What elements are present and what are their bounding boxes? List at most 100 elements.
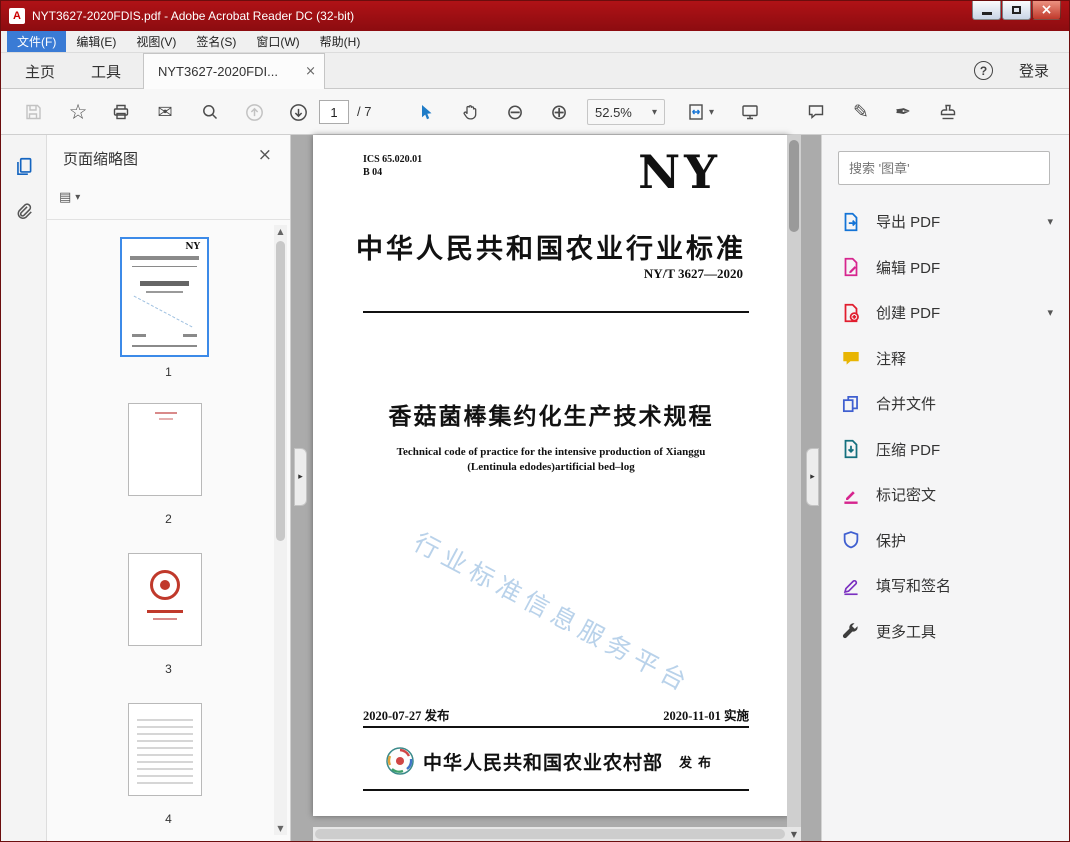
document-canvas: ICS 65.020.01 B 04 NY 中华人民共和国农业行业标准 NY/T… — [291, 135, 821, 841]
tab-document-label: NYT3627-2020FDI... — [158, 64, 278, 79]
panel-close-icon[interactable]: × — [258, 145, 272, 165]
print-button[interactable] — [104, 94, 138, 130]
dates-row: 2020-07-27 发布 2020-11-01 实施 — [363, 705, 749, 724]
chevron-down-icon[interactable]: ▾ — [1047, 306, 1053, 319]
next-page-button[interactable] — [281, 94, 315, 130]
tool-label: 保护 — [876, 532, 907, 550]
tool-compress-pdf[interactable]: 压缩 PDF — [822, 427, 1069, 473]
divider — [47, 219, 290, 220]
scrollbar-thumb[interactable] — [276, 241, 285, 541]
create-pdf-icon — [840, 302, 862, 324]
thumbnail-page-1[interactable]: NY — [120, 237, 209, 357]
stamp-icon — [940, 104, 956, 120]
document-horizontal-scrollbar[interactable] — [313, 827, 787, 841]
tool-list: 导出 PDF ▾ 编辑 PDF 创建 PDF ▾ 注释 合并文件 压缩 PDF … — [822, 199, 1069, 654]
scrollbar-thumb[interactable] — [789, 140, 799, 232]
tool-label: 标记密文 — [876, 487, 937, 505]
page-number-input[interactable] — [319, 100, 349, 124]
thumbnail-page-2[interactable] — [128, 403, 202, 496]
tool-label: 编辑 PDF — [876, 259, 941, 277]
previous-page-button[interactable] — [237, 94, 271, 130]
export-pdf-icon — [840, 211, 862, 233]
comment-tool-button[interactable] — [799, 94, 833, 130]
maximize-button[interactable] — [1002, 1, 1031, 20]
document-vertical-scrollbar[interactable] — [787, 135, 801, 827]
thumbnails-scrollbar[interactable]: ▲ ▼ — [274, 225, 287, 835]
tab-tools[interactable]: 工具 — [77, 53, 135, 89]
pages-icon — [17, 157, 32, 175]
tool-fill-sign[interactable]: 填写和签名 — [822, 563, 1069, 609]
scroll-down-button[interactable]: ▼ — [787, 827, 801, 841]
tool-export-pdf[interactable]: 导出 PDF ▾ — [822, 199, 1069, 245]
pencil-icon: ✎ — [853, 101, 869, 123]
menu-sign[interactable]: 签名(S) — [186, 31, 246, 52]
zoom-in-button[interactable]: ⊕ — [542, 94, 576, 130]
down-arrow-icon: ▼ — [790, 829, 798, 839]
thumbnail-page-number: 1 — [165, 365, 172, 379]
email-button[interactable]: ✉ — [148, 94, 182, 130]
implement-date: 2020-11-01 实施 — [663, 709, 749, 723]
menu-edit[interactable]: 编辑(E) — [66, 31, 126, 52]
fill-sign-tool-button[interactable]: ✒ — [886, 94, 920, 130]
tool-redact[interactable]: 标记密文 — [822, 472, 1069, 518]
thumbnails-options-button[interactable]: ▤ ▾ — [59, 185, 99, 209]
scroll-down-icon[interactable]: ▼ — [274, 824, 287, 833]
page-up-icon — [245, 103, 263, 121]
sign-in-button[interactable]: 登录 — [1019, 60, 1049, 81]
tool-combine-files[interactable]: 合并文件 — [822, 381, 1069, 427]
page-thumbnails-rail-button[interactable] — [8, 151, 40, 183]
close-button[interactable]: × — [1032, 1, 1061, 20]
minimize-button[interactable] — [972, 1, 1001, 20]
tool-create-pdf[interactable]: 创建 PDF ▾ — [822, 290, 1069, 336]
menu-help[interactable]: 帮助(H) — [310, 31, 371, 52]
find-button[interactable] — [193, 94, 227, 130]
star-button[interactable]: ☆ — [61, 94, 95, 130]
save-button[interactable] — [16, 94, 50, 130]
issuer-name: 中华人民共和国农业农村部 — [422, 752, 663, 774]
tool-label: 合并文件 — [876, 396, 937, 414]
help-icon[interactable]: ? — [973, 61, 993, 80]
tool-more-tools[interactable]: 更多工具 — [822, 609, 1069, 655]
select-tool-button[interactable] — [409, 94, 443, 130]
issuer-suffix: 发布 — [679, 754, 718, 770]
tool-comment[interactable]: 注释 — [822, 336, 1069, 382]
chevron-down-icon[interactable]: ▾ — [1047, 215, 1053, 228]
highlight-tool-button[interactable]: ✎ — [844, 94, 878, 130]
document-title-cn: 香菇菌棒集约化生产技术规程 — [388, 403, 714, 429]
comment-icon — [840, 347, 862, 369]
presentation-mode-button[interactable] — [733, 94, 767, 130]
comment-bubble-icon — [808, 105, 824, 120]
hand-icon — [463, 105, 477, 120]
seal-emblem — [150, 570, 180, 600]
menu-view[interactable]: 视图(V) — [126, 31, 186, 52]
zoom-out-button[interactable]: ⊖ — [498, 94, 532, 130]
collapse-left-panel-handle[interactable]: ▸ — [294, 448, 307, 506]
zoom-level-dropdown[interactable]: 52.5% ▾ — [587, 99, 665, 125]
hand-tool-button[interactable] — [453, 94, 487, 130]
scroll-up-icon[interactable]: ▲ — [274, 227, 287, 236]
more-tools-wrench-icon — [840, 620, 862, 642]
tool-label: 注释 — [876, 350, 907, 368]
combine-files-icon — [840, 393, 862, 415]
fit-width-dropdown[interactable]: ▾ — [677, 94, 723, 130]
thumbnail-page-4[interactable] — [128, 703, 202, 796]
scrollbar-thumb[interactable] — [315, 829, 785, 839]
tab-home[interactable]: 主页 — [11, 53, 69, 89]
tool-protect[interactable]: 保护 — [822, 518, 1069, 564]
menu-file[interactable]: 文件(F) — [7, 31, 67, 52]
tool-edit-pdf[interactable]: 编辑 PDF — [822, 245, 1069, 291]
title-bar: A NYT3627-2020FDIS.pdf - Adobe Acrobat R… — [1, 1, 1069, 31]
stamp-tool-button[interactable] — [931, 94, 965, 130]
cursor-icon — [422, 105, 432, 120]
tab-document[interactable]: NYT3627-2020FDI... × — [143, 53, 325, 89]
tools-search-input[interactable] — [839, 152, 1049, 184]
divider — [363, 726, 749, 728]
ministry-emblem-icon — [386, 747, 414, 775]
standard-number: NY/T 3627—2020 — [643, 266, 743, 281]
tab-close-icon[interactable]: × — [305, 64, 316, 79]
thumbnail-page-3[interactable] — [128, 553, 202, 646]
attachments-rail-button[interactable] — [8, 195, 40, 227]
save-icon — [26, 104, 41, 120]
collapse-right-panel-handle[interactable]: ▸ — [806, 448, 819, 506]
menu-window[interactable]: 窗口(W) — [246, 31, 309, 52]
